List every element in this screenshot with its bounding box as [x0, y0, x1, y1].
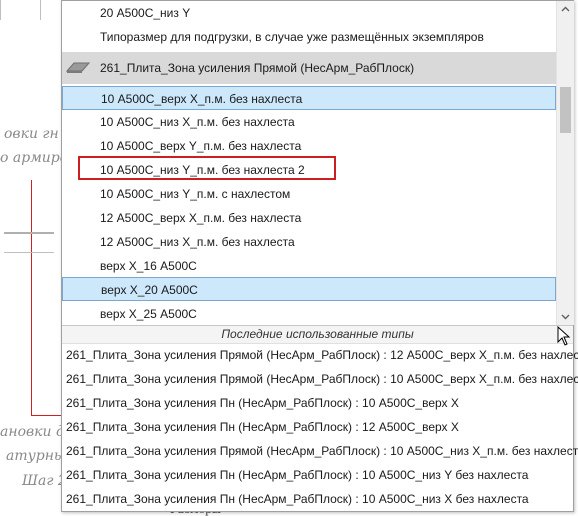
scroll-down-arrow-icon[interactable] — [557, 308, 574, 325]
drawing-red-line — [31, 415, 61, 416]
drawing-text: ановки д — [0, 424, 65, 440]
list-item-selected[interactable]: 10 А500С_верх X_п.м. без нахлеста — [62, 86, 556, 110]
recent-type-item[interactable]: 261_Плита_Зона усиления Прямой (НесАрм_Р… — [62, 367, 578, 391]
list-item-label: 12 А500С_верх X_п.м. без нахлеста — [100, 211, 302, 225]
family-group-label: 261_Плита_Зона усиления Прямой (НесАрм_Р… — [100, 61, 415, 75]
slab-family-icon — [65, 62, 91, 73]
list-item-label: 10 А500С_низ X_п.м. без нахлеста — [100, 115, 295, 129]
type-selector-dropdown[interactable]: 20 А500С_низ Y Типоразмер для подгрузки,… — [61, 0, 578, 512]
recent-type-item[interactable]: 261_Плита_Зона усиления Пн (НесАрм_РабПл… — [62, 391, 573, 415]
list-item[interactable]: 20 А500С_низ Y — [62, 1, 556, 25]
list-item[interactable]: 10 А500С_верх Y_п.м. без нахлеста — [62, 134, 556, 158]
type-list[interactable]: 20 А500С_низ Y Типоразмер для подгрузки,… — [62, 1, 556, 325]
mouse-pointer-icon — [557, 326, 571, 346]
drawing-line — [40, 0, 41, 20]
list-item-label: 12 А500С_низ X_п.м. без нахлеста — [100, 235, 295, 249]
list-item-label: 20 А500С_низ Y — [100, 6, 191, 20]
list-item-label: 10 А500С_верх Y_п.м. без нахлеста — [100, 139, 302, 153]
list-item[interactable]: 12 А500С_верх X_п.м. без нахлеста — [62, 206, 556, 230]
family-group-header[interactable]: 261_Плита_Зона усиления Прямой (НесАрм_Р… — [62, 52, 556, 84]
drawing-line — [4, 232, 54, 234]
annotation-highlight-box — [78, 156, 336, 180]
list-item-label: верх X_16 А500С — [100, 259, 197, 273]
list-item-label: верх X_20 А500С — [101, 283, 198, 297]
scroll-thumb[interactable] — [560, 87, 571, 133]
list-item-label: 10 А500С_низ Y_п.м. с нахлестом — [100, 187, 291, 201]
recent-types-header: Последние использованные типы — [62, 325, 573, 344]
recent-type-item[interactable]: 261_Плита_Зона усиления Пн (НесАрм_РабПл… — [62, 415, 573, 439]
vertical-scrollbar[interactable] — [556, 1, 574, 325]
recent-type-item[interactable]: 261_Плита_Зона усиления Прямой (НесАрм_Р… — [62, 439, 578, 463]
recent-type-item[interactable]: 261_Плита_Зона усиления Прямой (НесАрм_Р… — [62, 343, 578, 367]
drawing-line — [4, 252, 54, 253]
recent-type-item[interactable]: 261_Плита_Зона усиления Пн (НесАрм_РабПл… — [62, 463, 573, 487]
list-item[interactable]: верх X_25 А500С — [62, 302, 556, 325]
list-item[interactable]: 10 А500С_низ X_п.м. без нахлеста — [62, 110, 556, 134]
recent-type-item[interactable]: 261_Плита_Зона усиления Пн (НесАрм_РабПл… — [62, 487, 573, 511]
list-item[interactable]: 12 А500С_низ X_п.м. без нахлеста — [62, 230, 556, 254]
list-item-selected[interactable]: верх X_20 А500С — [62, 277, 556, 301]
list-item[interactable]: 10 А500С_низ Y_п.м. с нахлестом — [62, 182, 556, 206]
list-item-label: Типоразмер для подгрузки, в случае уже р… — [100, 30, 484, 44]
drawing-red-line — [31, 180, 32, 416]
drawing-text: овки гн — [4, 126, 59, 142]
list-item[interactable]: Типоразмер для подгрузки, в случае уже р… — [62, 25, 556, 49]
list-item-label: верх X_25 А500С — [100, 307, 197, 321]
scroll-up-arrow-icon[interactable] — [557, 1, 574, 18]
drawing-line — [0, 0, 1, 20]
list-item[interactable]: верх X_16 А500С — [62, 254, 556, 278]
list-item-label: 10 А500С_верх X_п.м. без нахлеста — [101, 92, 303, 106]
